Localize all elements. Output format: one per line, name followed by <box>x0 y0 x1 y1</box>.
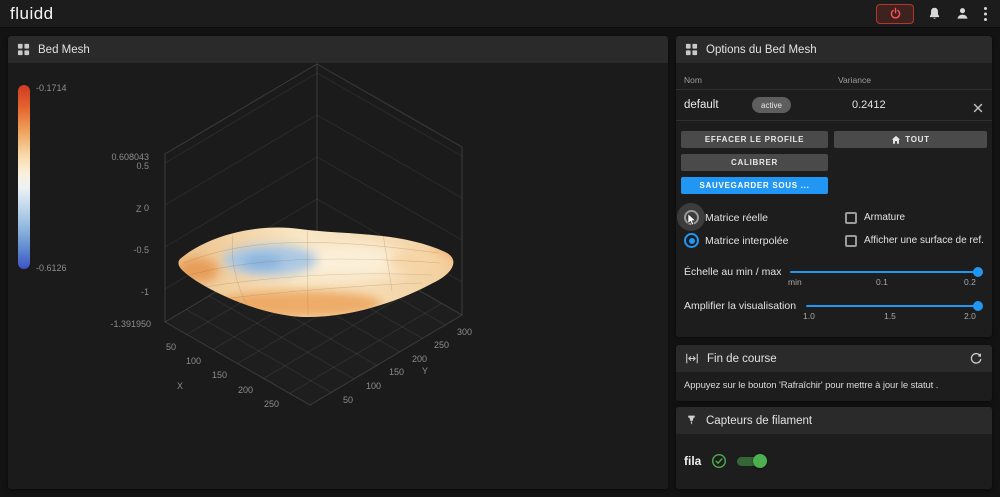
bed-mesh-surface-chart: -0.1714 -0.6126 0.608043 0.5 0 -0.5 -1 -… <box>18 63 472 409</box>
endstops-card-header: Fin de course <box>676 345 992 372</box>
colorbar-max-label: -0.1714 <box>36 83 67 93</box>
save-as-button[interactable]: SAUVEGARDER SOUS ... <box>681 177 828 194</box>
app-toolbar: fluidd <box>0 0 1000 28</box>
column-variance: Variance <box>838 75 871 85</box>
grid-icon <box>17 43 30 56</box>
notifications-button[interactable] <box>927 6 942 21</box>
profiles-table-header: Nom Variance <box>676 63 992 90</box>
kebab-menu-icon <box>984 6 987 21</box>
matrix-row-1: Matrice réelle Armature <box>676 203 992 231</box>
checkbox-reference-surface[interactable] <box>845 235 857 247</box>
close-icon <box>973 103 983 113</box>
overflow-menu-button[interactable] <box>983 6 988 22</box>
boost-slider-thumb[interactable] <box>973 301 983 311</box>
x-tick: 50 <box>166 342 176 352</box>
app-logo[interactable]: fluidd <box>10 4 54 24</box>
x-axis-label: X <box>177 381 183 391</box>
toolbar-actions <box>876 3 988 24</box>
sensor-toggle[interactable] <box>737 454 768 468</box>
profile-buttons: EFFACER LE PROFILE TOUT CALIBRER SAUVEGA… <box>676 121 992 206</box>
person-icon <box>957 8 968 19</box>
boost-tick-min: 1.0 <box>803 311 815 321</box>
filament-card-title: Capteurs de filament <box>706 414 813 427</box>
filament-card-header: Capteurs de filament <box>676 407 992 434</box>
profile-variance: 0.2412 <box>852 99 886 111</box>
radio-interpolated-matrix-label[interactable]: Matrice interpolée <box>705 235 788 247</box>
remove-profile-button[interactable] <box>973 100 983 118</box>
boost-slider-label: Amplifier la visualisation <box>684 300 797 312</box>
z-tick: 0 <box>144 203 149 213</box>
boost-tick-max: 2.0 <box>964 311 976 321</box>
bed-mesh-3d-plot[interactable]: -0.1714 -0.6126 0.608043 0.5 0 -0.5 -1 -… <box>8 63 668 489</box>
power-icon <box>890 7 900 19</box>
refresh-endstops-button[interactable] <box>969 352 983 366</box>
x-tick: 250 <box>264 399 279 409</box>
sensor-name: fila <box>684 454 702 468</box>
bed-mesh-title: Bed Mesh <box>38 43 90 56</box>
bed-mesh-card-header: Bed Mesh <box>8 36 668 63</box>
clear-profile-button[interactable]: EFFACER LE PROFILE <box>681 131 828 148</box>
z-axis-label: Z <box>136 204 142 214</box>
toggle-knob[interactable] <box>753 454 768 468</box>
filament-sensor-row: fila <box>676 434 992 469</box>
table-row: default active 0.2412 <box>676 90 992 121</box>
calibrate-button[interactable]: CALIBRER <box>681 154 828 171</box>
check-circle-icon <box>712 453 727 469</box>
emergency-stop-button[interactable] <box>876 3 914 24</box>
colorbar-min-label: -0.6126 <box>36 263 67 273</box>
scale-slider-row: Échelle au min / max min 0.1 0.2 <box>676 260 992 287</box>
z-tick: -1 <box>141 287 149 297</box>
page: fluidd Bed Mesh -0.1714 -0.6126 0.608043… <box>0 0 1000 497</box>
refresh-icon <box>970 352 982 364</box>
checkbox-wireframe[interactable] <box>845 212 857 224</box>
scale-tick-mid: 0.1 <box>876 277 888 287</box>
x-tick: 200 <box>238 385 253 395</box>
profile-name: default <box>684 99 719 111</box>
boost-tick-mid: 1.5 <box>884 311 896 321</box>
y-tick: 200 <box>412 354 427 364</box>
y-tick: 100 <box>366 381 381 391</box>
filament-sensors-card: Capteurs de filament fila <box>676 407 992 489</box>
account-button[interactable] <box>955 6 970 21</box>
y-axis-label: Y <box>422 366 428 376</box>
y-tick: 50 <box>343 395 353 405</box>
bed-mesh-card: Bed Mesh -0.1714 -0.6126 0.608043 0.5 0 … <box>8 36 668 489</box>
y-tick: 300 <box>457 327 472 337</box>
radio-real-matrix[interactable] <box>684 210 699 225</box>
bell-icon <box>929 7 940 19</box>
home-icon <box>892 135 901 144</box>
x-tick: 150 <box>212 370 227 380</box>
radio-interpolated-matrix[interactable] <box>684 233 699 248</box>
bed-mesh-options-card: Options du Bed Mesh Nom Variance default… <box>676 36 992 337</box>
scale-slider-label: Échelle au min / max <box>684 266 782 278</box>
z-tick: 0.5 <box>136 161 149 171</box>
z-tick: -0.5 <box>133 245 149 255</box>
checkbox-wireframe-label[interactable]: Armature <box>864 212 905 223</box>
filament-sensor-icon <box>688 415 695 425</box>
options-card-header: Options du Bed Mesh <box>676 36 992 63</box>
radio-real-matrix-label[interactable]: Matrice réelle <box>705 212 768 224</box>
y-tick: 150 <box>389 367 404 377</box>
scale-slider[interactable] <box>790 267 983 277</box>
scale-tick-min: min <box>788 277 802 287</box>
matrix-row-2: Matrice interpolée Afficher une surface … <box>676 230 992 252</box>
colorbar: -0.1714 -0.6126 <box>18 83 67 273</box>
endstops-card: Fin de course Appuyez sur le bouton 'Raf… <box>676 345 992 401</box>
y-tick: 250 <box>434 340 449 350</box>
boost-slider-row: Amplifier la visualisation 1.0 1.5 2.0 <box>676 294 992 321</box>
options-card-title: Options du Bed Mesh <box>706 43 817 56</box>
endstops-card-title: Fin de course <box>707 352 777 365</box>
active-badge: active <box>752 97 791 113</box>
z-tick: -1.391950 <box>110 319 151 329</box>
scale-slider-thumb[interactable] <box>973 267 983 277</box>
endstops-status-message: Appuyez sur le bouton 'Rafraîchir' pour … <box>684 380 939 391</box>
clear-all-button[interactable]: TOUT <box>834 131 987 148</box>
boost-slider[interactable] <box>806 301 983 311</box>
scale-tick-max: 0.2 <box>964 277 976 287</box>
checkbox-reference-surface-label[interactable]: Afficher une surface de ref. <box>864 235 984 246</box>
grid-icon <box>685 43 698 56</box>
x-tick: 100 <box>186 356 201 366</box>
column-name: Nom <box>684 75 702 85</box>
endstop-icon <box>686 353 698 364</box>
